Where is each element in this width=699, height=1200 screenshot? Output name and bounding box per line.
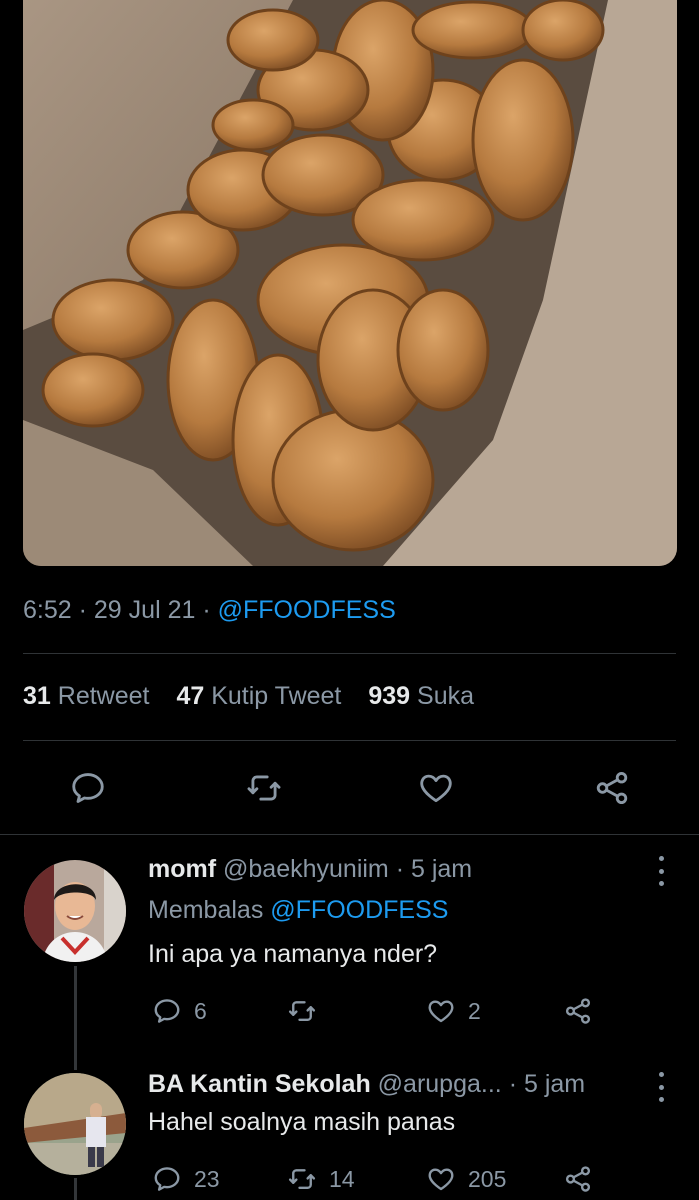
reply-like-button[interactable]: 2 [426, 994, 481, 1028]
dot-icon [658, 881, 664, 886]
tweet-photo[interactable] [23, 0, 677, 566]
more-options-button[interactable] [651, 1072, 671, 1102]
retweet-button[interactable] [243, 768, 285, 808]
dot-icon [658, 1072, 664, 1077]
dot-icon [658, 1097, 664, 1102]
divider [23, 740, 676, 741]
meta-separator: · [202, 596, 218, 624]
retweet-stat[interactable]: 31 Retweet [23, 682, 149, 710]
avatar-image [24, 1073, 126, 1175]
reply-time: 5 jam [523, 1070, 586, 1098]
like-label: Suka [417, 682, 474, 710]
reply-author-name[interactable]: BA Kantin Sekolah [148, 1070, 371, 1098]
retweet-label: Retweet [57, 682, 150, 710]
thread-line [74, 1178, 77, 1200]
reply-button[interactable] [67, 768, 109, 808]
reply-icon [154, 1167, 180, 1191]
reply-text: Hahel soalnya masih panas [148, 1108, 456, 1136]
heart-icon [428, 1168, 454, 1191]
reply-retweet-button[interactable]: 14 [287, 1162, 355, 1196]
tweet-meta: 6:52 · 29 Jul 21 · @FFOODFESS [23, 596, 396, 625]
reply-reply-button[interactable]: 6 [152, 994, 207, 1028]
reply-time: 5 jam [411, 855, 473, 883]
reply-like-button[interactable]: 205 [426, 1162, 506, 1196]
source-handle-link[interactable]: @FFOODFESS [218, 596, 396, 624]
retweet-icon [247, 775, 281, 801]
meta-separator: · [395, 855, 411, 883]
reply-author-name[interactable]: momf [148, 855, 216, 883]
replying-prefix: Membalas [148, 896, 264, 924]
reply-author-handle[interactable]: @baekhyuniim [223, 855, 389, 883]
dot-icon [658, 856, 664, 861]
meta-separator: · [78, 596, 94, 624]
retweet-count: 31 [23, 682, 51, 710]
tweet-time: 6:52 [23, 596, 72, 624]
reply-share-button[interactable] [563, 1162, 605, 1196]
avatar[interactable] [24, 860, 126, 962]
quote-label: Kutip Tweet [211, 682, 342, 710]
reply-retweet-button[interactable] [287, 994, 329, 1028]
reply-count: 23 [194, 1165, 220, 1192]
thread-line [74, 966, 77, 1070]
share-button[interactable] [591, 768, 633, 808]
like-button[interactable] [415, 768, 457, 808]
reply-share-button[interactable] [563, 994, 605, 1028]
reply-header: BA Kantin Sekolah @arupga... · 5 jam [148, 1070, 585, 1099]
retweet-icon [288, 1001, 316, 1021]
share-icon [565, 998, 591, 1024]
like-count: 939 [368, 682, 411, 710]
dot-icon [658, 1084, 664, 1090]
share-icon [596, 772, 628, 804]
replying-to: Membalas @FFOODFESS [148, 896, 448, 925]
reply-count: 6 [194, 997, 207, 1024]
meta-separator: · [508, 1070, 524, 1098]
like-stat[interactable]: 939 Suka [368, 682, 474, 710]
retweet-count: 14 [329, 1165, 355, 1192]
like-count: 205 [468, 1165, 507, 1192]
quote-stat[interactable]: 47 Kutip Tweet [176, 682, 341, 710]
reply-author-handle[interactable]: @arupga... [378, 1070, 502, 1098]
more-options-button[interactable] [651, 856, 671, 886]
avatar[interactable] [24, 1073, 126, 1175]
reply-header: momf @baekhyuniim · 5 jam [148, 855, 472, 884]
reply-text: Ini apa ya namanya nder? [148, 940, 438, 968]
reply-icon [72, 773, 104, 803]
reply-reply-button[interactable]: 23 [152, 1162, 220, 1196]
divider [0, 834, 699, 835]
heart-icon [420, 774, 452, 803]
tweet-stats: 31 Retweet 47 Kutip Tweet 939 Suka [23, 682, 494, 711]
replying-handle-link[interactable]: @FFOODFESS [270, 896, 448, 924]
quote-count: 47 [176, 682, 205, 710]
divider [23, 653, 676, 654]
retweet-icon [288, 1169, 316, 1189]
share-icon [565, 1166, 591, 1192]
heart-icon [428, 1000, 454, 1023]
like-count: 2 [468, 997, 481, 1024]
reply-icon [154, 999, 180, 1023]
tweet-date: 29 Jul 21 [93, 596, 196, 624]
dot-icon [658, 868, 664, 874]
tweet-actions [0, 768, 699, 808]
avatar-image [24, 860, 126, 962]
